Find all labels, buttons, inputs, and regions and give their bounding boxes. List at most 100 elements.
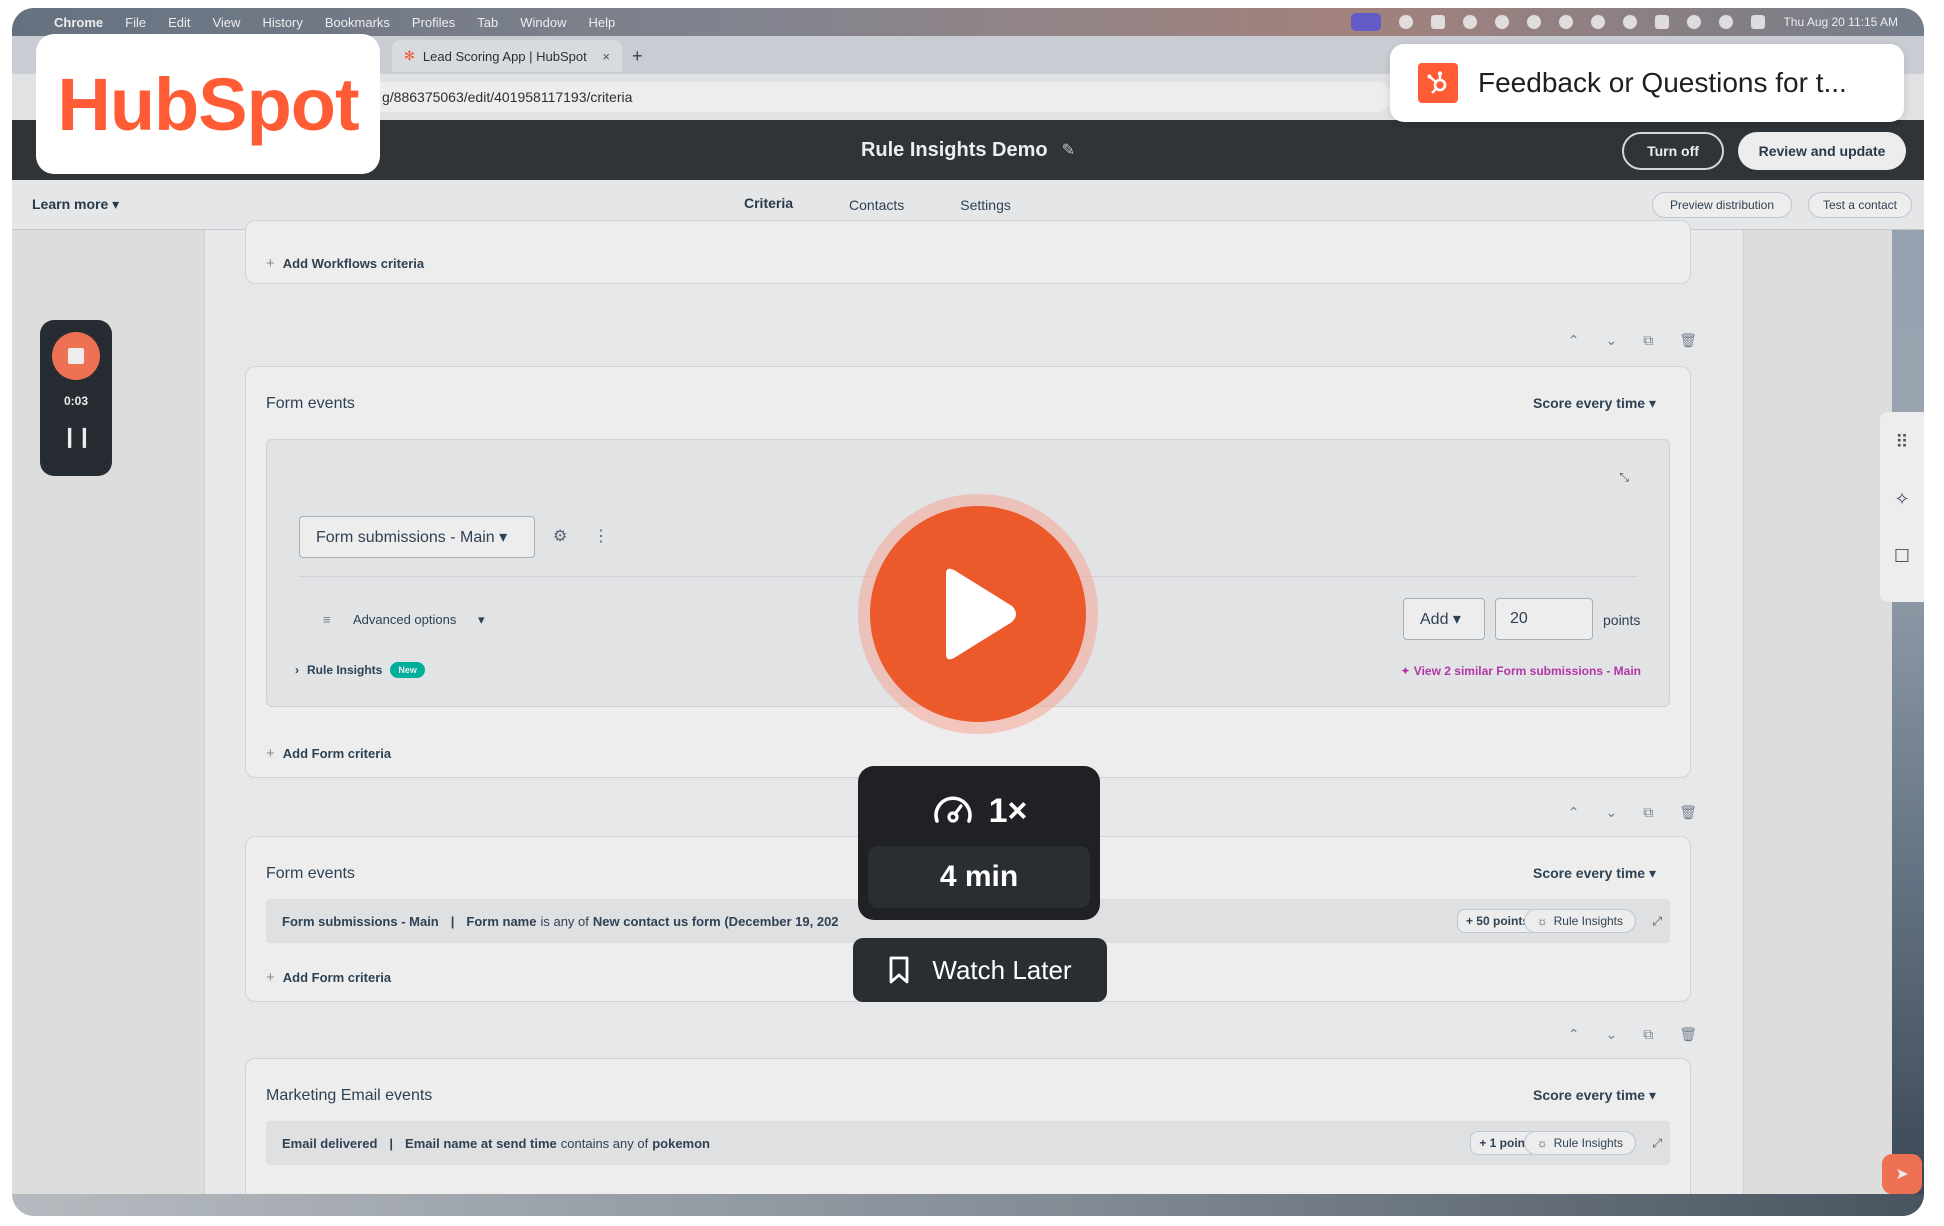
search-icon[interactable] [1719, 15, 1734, 29]
clone-icon[interactable]: ⧉ [1643, 1026, 1653, 1043]
add-points-select[interactable]: Add ▾ [1403, 598, 1485, 640]
menu-help[interactable]: Help [589, 15, 616, 30]
status-icon[interactable] [1527, 15, 1542, 29]
control-center-icon[interactable] [1751, 15, 1766, 29]
add-form-criteria-button[interactable]: + Add Form criteria [266, 969, 391, 986]
card-toolbar: ⌃ ⌄ ⧉ 🗑 [1568, 1026, 1697, 1043]
sparkle-icon[interactable]: ✧ [1894, 489, 1909, 510]
form-submissions-dropdown[interactable]: Form submissions - Main ▾ [299, 516, 535, 558]
plus-icon: + [266, 969, 275, 986]
menu-edit[interactable]: Edit [168, 15, 190, 30]
expand-icon[interactable]: ⤢ [1652, 1136, 1662, 1151]
operator: is any of [540, 913, 589, 929]
advanced-options-toggle[interactable]: Advanced options ▾ [353, 612, 485, 628]
delete-icon[interactable]: 🗑 [1679, 804, 1697, 821]
event-type: Email delivered [282, 1135, 378, 1151]
playback-speed-control[interactable]: 1× [858, 786, 1100, 836]
feedback-label: Feedback or Questions for t... [1478, 67, 1847, 98]
menu-chrome[interactable]: Chrome [54, 15, 103, 30]
status-icon[interactable] [1559, 15, 1574, 29]
add-workflows-criteria-button[interactable]: + Add Workflows criteria [266, 255, 424, 272]
advanced-options-label: Advanced options [353, 612, 457, 627]
status-icon[interactable] [1591, 15, 1606, 29]
drag-handle-icon[interactable]: ⠿ [1895, 432, 1908, 453]
move-down-icon[interactable]: ⌄ [1605, 1026, 1617, 1043]
play-video-button[interactable] [870, 506, 1086, 722]
tab-title: Lead Scoring App | HubSpot [422, 48, 587, 64]
card-title: Form events [266, 865, 355, 882]
menu-window[interactable]: Window [520, 15, 566, 30]
delete-icon[interactable]: 🗑 [1679, 332, 1697, 349]
status-icon[interactable] [1463, 15, 1478, 29]
move-down-icon[interactable]: ⌄ [1605, 332, 1617, 349]
separator: | [450, 913, 455, 929]
stop-recording-button[interactable] [52, 332, 100, 380]
move-up-icon[interactable]: ⌃ [1568, 1026, 1580, 1043]
move-down-icon[interactable]: ⌄ [1605, 804, 1617, 821]
preview-distribution-button[interactable]: Preview distribution [1652, 192, 1792, 218]
comments-icon[interactable]: ☐ [1894, 546, 1910, 567]
add-form-criteria-button[interactable]: + Add Form criteria [266, 745, 391, 762]
menu-profiles[interactable]: Profiles [412, 15, 455, 30]
collapse-icon[interactable]: ⤡ [1619, 470, 1629, 485]
score-frequency-dropdown[interactable]: Score every time ▾ [1533, 395, 1656, 412]
score-frequency-dropdown[interactable]: Score every time ▾ [1533, 1087, 1656, 1104]
points-input[interactable]: 20 [1495, 598, 1593, 640]
delete-icon[interactable]: 🗑 [1679, 1026, 1697, 1043]
criteria-summary-row[interactable]: Email delivered | Email name at send tim… [266, 1121, 1670, 1165]
rule-insights-button[interactable]: ☼ Rule Insights [1523, 909, 1636, 933]
menu-history[interactable]: History [262, 15, 302, 30]
view-similar-link[interactable]: ✦ View 2 similar Form submissions - Main [1400, 664, 1641, 678]
card-toolbar: ⌃ ⌄ ⧉ 🗑 [1568, 804, 1697, 821]
clone-icon[interactable]: ⧉ [1643, 332, 1653, 349]
filter-icon: ≡ [323, 612, 331, 627]
expand-icon[interactable]: ⤢ [1652, 914, 1662, 929]
clone-icon[interactable]: ⧉ [1643, 804, 1653, 821]
caret-down-icon: ▾ [477, 612, 485, 627]
address-bar[interactable]: g/886375063/edit/401958117193/criteria [312, 82, 1392, 112]
new-tab-button[interactable]: + [632, 46, 643, 67]
screen-recording-status-icon[interactable] [1351, 13, 1382, 31]
new-badge: New [390, 662, 425, 678]
review-and-update-button[interactable]: Review and update [1738, 132, 1906, 170]
status-icon[interactable] [1399, 15, 1414, 29]
rule-insights-toggle[interactable]: › Rule Insights New [295, 662, 425, 678]
pause-icon[interactable]: ❙❙ [40, 424, 112, 449]
wifi-icon[interactable] [1687, 15, 1702, 29]
menubar-clock[interactable]: Thu Aug 20 11:15 AM [1783, 15, 1898, 29]
menu-view[interactable]: View [212, 15, 240, 30]
separator: | [389, 1135, 394, 1151]
watch-later-button[interactable]: Watch Later [853, 938, 1107, 1002]
turn-off-button[interactable]: Turn off [1622, 132, 1724, 170]
move-up-icon[interactable]: ⌃ [1568, 332, 1580, 349]
menu-tab[interactable]: Tab [477, 15, 498, 30]
learn-more-dropdown[interactable]: Learn more ▾ [32, 196, 119, 213]
browser-tab[interactable]: ✻ Lead Scoring App | HubSpot × [392, 40, 622, 72]
hubspot-sprocket-icon [1418, 63, 1458, 103]
menu-bookmarks[interactable]: Bookmarks [325, 15, 390, 30]
edit-title-pencil-icon[interactable]: ✎ [1062, 140, 1075, 160]
property-value: New contact us form (December 19, 202 [592, 913, 839, 929]
playback-info-panel: 1× 4 min [858, 766, 1100, 920]
url-text: g/886375063/edit/401958117193/criteria [382, 89, 633, 105]
send-icon: ➤ [1895, 1166, 1909, 1183]
workflows-criteria-card: + Add Workflows criteria [245, 220, 1691, 284]
score-frequency-dropdown[interactable]: Score every time ▾ [1533, 865, 1656, 882]
status-icon[interactable] [1431, 15, 1446, 29]
move-up-icon[interactable]: ⌃ [1568, 804, 1580, 821]
more-options-icon[interactable]: ⋮ [593, 526, 609, 546]
feedback-button[interactable]: Feedback or Questions for t... [1390, 44, 1904, 122]
stop-icon [68, 348, 84, 364]
chat-launcher-button[interactable]: ➤ [1882, 1154, 1922, 1194]
menu-file[interactable]: File [125, 15, 146, 30]
property-name: Form name [466, 913, 537, 929]
lightbulb-icon: ☼ [1536, 1136, 1548, 1150]
card-title: Form events [266, 395, 355, 412]
status-icon[interactable] [1623, 15, 1638, 29]
rule-insights-button[interactable]: ☼ Rule Insights [1523, 1131, 1636, 1155]
filter-settings-icon[interactable]: ⚙ [553, 526, 567, 546]
test-contact-button[interactable]: Test a contact [1808, 192, 1912, 218]
battery-icon[interactable] [1655, 15, 1670, 29]
status-icon[interactable] [1495, 15, 1510, 29]
close-tab-icon[interactable]: × [602, 49, 610, 64]
